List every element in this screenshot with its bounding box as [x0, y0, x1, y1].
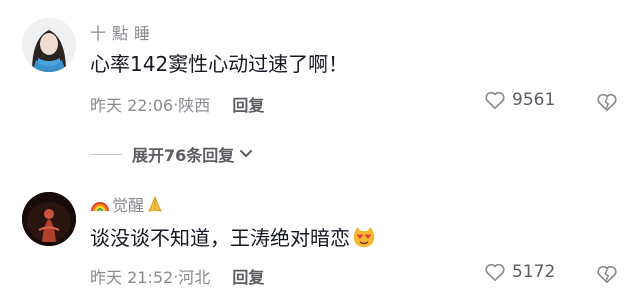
dislike-button[interactable] [596, 264, 618, 288]
comment-item: 十點睡 心率142窦性心动过速了啊！ 昨天 22:06 · 陕西 回复 9561 [0, 0, 640, 130]
rainbow-emoji-icon [91, 202, 109, 212]
like-button[interactable]: 5172 [484, 262, 555, 282]
chevron-down-icon [240, 150, 253, 157]
heart-eyes-cat-emoji-icon [353, 226, 375, 247]
reply-button[interactable]: 回复 [232, 92, 264, 116]
avatar[interactable] [22, 192, 76, 246]
comment-meta: 昨天 21:52 · 河北 回复 [90, 264, 264, 288]
comment-time: 昨天 22:06 [90, 96, 174, 115]
username[interactable]: 觉醒 [90, 192, 164, 216]
divider-line [90, 153, 122, 155]
comment-time: 昨天 21:52 [90, 268, 174, 287]
comment-location: 河北 [178, 268, 211, 287]
expand-replies-button[interactable]: 展开76条回复 [90, 142, 254, 166]
comment-meta: 昨天 22:06 · 陕西 回复 [90, 92, 264, 116]
dislike-button[interactable] [596, 92, 618, 116]
broken-heart-icon [597, 93, 617, 111]
comment-text: 谈没谈不知道，王涛绝对暗恋 [90, 222, 376, 251]
comment-text: 心率142窦性心动过速了啊！ [90, 52, 349, 76]
comment-location: 陕西 [178, 96, 211, 115]
pray-emoji-icon [148, 195, 162, 212]
username[interactable]: 十點睡 [90, 20, 156, 44]
broken-heart-icon [597, 265, 617, 283]
reply-button[interactable]: 回复 [232, 264, 264, 288]
heart-icon [485, 91, 505, 109]
expand-replies-label: 展开76条回复 [132, 146, 235, 165]
heart-icon [485, 263, 505, 281]
like-count: 5172 [512, 262, 556, 282]
like-count: 9561 [512, 90, 556, 110]
comment-item: 觉醒 谈没谈不知道，王涛绝对暗恋 昨天 21:52 · 河北 回复 5172 [0, 182, 640, 298]
avatar[interactable] [22, 18, 76, 72]
username-text: 觉醒 [112, 196, 145, 215]
comment-text-value: 谈没谈不知道，王涛绝对暗恋 [90, 226, 350, 250]
like-button[interactable]: 9561 [484, 90, 555, 110]
